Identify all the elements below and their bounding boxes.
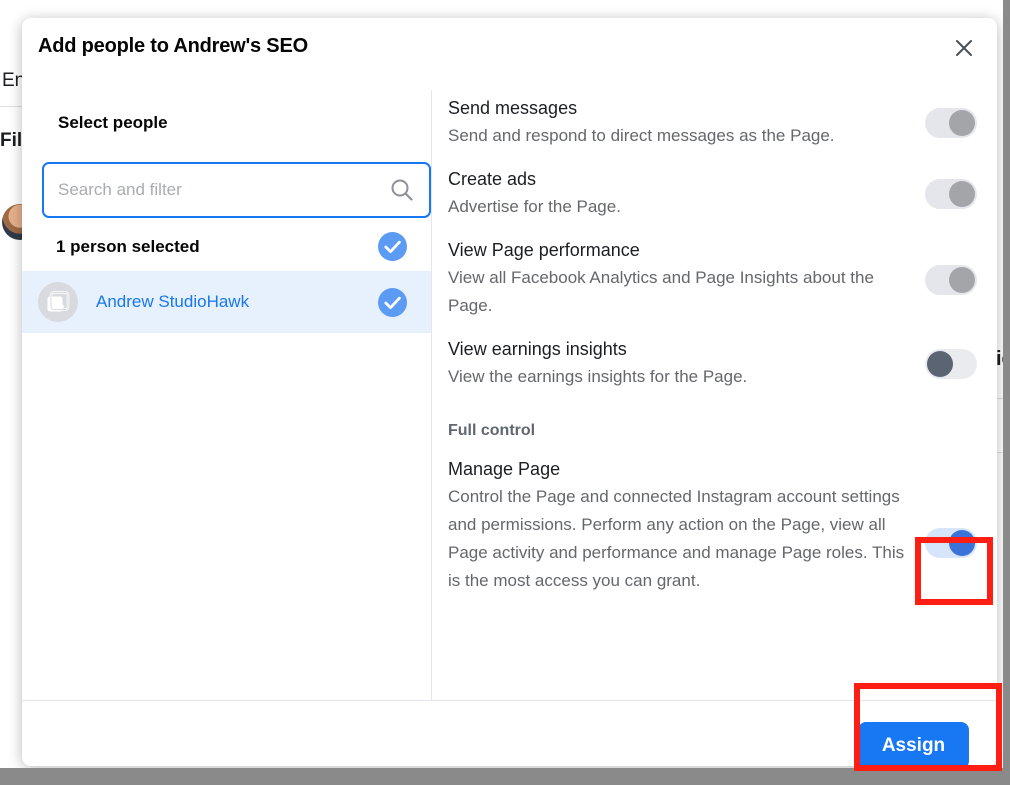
permissions-pane: Send messages Send and respond to direct… <box>431 76 997 676</box>
toggle-manage-page[interactable] <box>925 528 977 558</box>
toggle-view-page-performance[interactable] <box>925 265 977 295</box>
permission-title: View earnings insights <box>448 339 627 359</box>
background-divider <box>0 106 22 107</box>
footer-divider <box>22 700 997 701</box>
permission-title: Create ads <box>448 169 537 189</box>
background-right-text: ie <box>996 348 1003 370</box>
permission-title: Send messages <box>448 98 578 118</box>
permission-description: Advertise for the Page. <box>448 197 621 216</box>
select-people-heading: Select people <box>58 113 168 132</box>
person-name: Andrew StudioHawk <box>96 292 250 311</box>
permission-create-ads: Create ads Advertise for the Page. <box>448 165 997 221</box>
permission-description: View the earnings insights for the Page. <box>448 367 748 386</box>
background-page: Ent Fil ie Add people to Andrew's SEO Se… <box>0 0 1003 768</box>
dialog-title: Add people to Andrew's SEO <box>38 35 308 57</box>
search-field-wrapper[interactable] <box>42 162 431 218</box>
permission-send-messages: Send messages Send and respond to direct… <box>448 94 997 150</box>
permission-view-page-performance: View Page performance View all Facebook … <box>448 236 997 320</box>
search-input[interactable] <box>58 180 389 200</box>
check-circle-icon[interactable] <box>378 232 407 261</box>
selected-count-label: 1 person selected <box>56 236 200 256</box>
toggle-create-ads[interactable] <box>925 179 977 209</box>
permission-title: Manage Page <box>448 459 561 479</box>
permission-manage-page: Manage Page Control the Page and connect… <box>448 455 997 595</box>
toggle-knob <box>949 110 975 136</box>
toggle-knob <box>949 181 975 207</box>
avatar <box>38 282 78 322</box>
selected-count-row[interactable]: 1 person selected <box>22 222 431 271</box>
toggle-knob <box>927 351 953 377</box>
check-circle-icon[interactable] <box>378 287 407 317</box>
close-button[interactable] <box>946 30 982 66</box>
permission-description: Send and respond to direct messages as t… <box>448 126 835 145</box>
list-item[interactable]: Andrew StudioHawk <box>22 271 431 333</box>
contact-card-icon <box>47 291 70 312</box>
permission-description: Control the Page and connected Instagram… <box>448 487 905 590</box>
dialog-header: Add people to Andrew's SEO <box>22 18 997 76</box>
toggle-knob <box>949 267 975 293</box>
assign-button[interactable]: Assign <box>858 722 969 766</box>
permission-description: View all Facebook Analytics and Page Ins… <box>448 268 874 315</box>
close-icon <box>956 40 972 56</box>
permission-view-earnings-insights: View earnings insights View the earnings… <box>448 335 997 391</box>
toggle-knob <box>949 530 975 556</box>
select-people-pane: Select people 1 person selected <box>22 76 431 766</box>
permission-title: View Page performance <box>448 240 640 260</box>
add-people-dialog: Add people to Andrew's SEO Select people… <box>22 18 997 766</box>
search-icon <box>391 179 413 201</box>
toggle-send-messages[interactable] <box>925 108 977 138</box>
full-control-heading: Full control <box>448 422 536 439</box>
background-text-fragment-2: Fil <box>0 130 23 151</box>
toggle-view-earnings-insights[interactable] <box>925 349 977 379</box>
